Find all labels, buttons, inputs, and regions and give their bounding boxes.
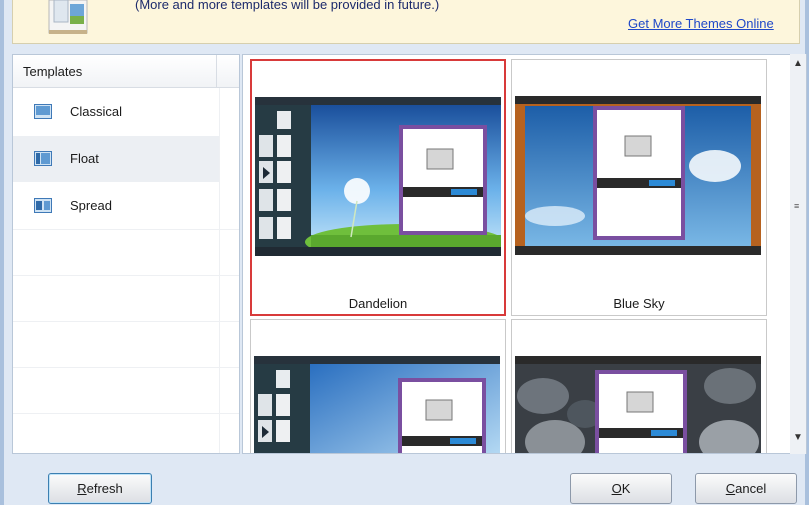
header-separator [216,55,217,88]
theme-name: Dandelion [348,296,408,311]
float-theme-preview [254,356,500,453]
template-book-icon [48,0,88,34]
templates-list-panel: Templates Classical Float Spread [12,54,240,454]
cancel-accesskey: C [725,481,736,496]
get-more-themes-link[interactable]: Get More Themes Online [628,16,774,31]
list-row-divider [13,321,239,322]
template-item-classical[interactable]: Classical [13,89,239,135]
stones-theme-preview [515,356,761,453]
ok-accesskey: O [611,481,622,496]
list-row-divider [13,275,239,276]
theme-gallery: Dandelion Blue Sky [242,54,807,454]
theme-card[interactable] [250,319,506,453]
theme-card[interactable] [511,319,767,453]
templates-header-label: Templates [23,64,83,79]
refresh-accesskey: R [77,481,87,496]
refresh-label: efresh [86,481,123,496]
template-item-float[interactable]: Float [13,136,219,182]
classical-layout-icon [34,104,52,119]
theme-name: Blue Sky [613,296,665,311]
scroll-up-arrow-icon[interactable]: ▲ [793,58,803,69]
float-layout-icon [34,151,52,166]
scroll-grip-icon[interactable]: ≡ [794,202,799,211]
info-banner: (More and more templates will be provide… [12,0,800,44]
spread-layout-icon [34,198,52,213]
theme-card-dandelion[interactable]: Dandelion [250,59,506,316]
ok-label: K [621,481,631,496]
dandelion-theme-preview [255,97,501,256]
template-item-label: Spread [70,198,112,213]
ok-button[interactable]: OK [570,473,672,504]
theme-card-blue-sky[interactable]: Blue Sky [511,59,767,316]
gallery-scrollbar[interactable]: ▲ ≡ ▼ [790,54,806,454]
blue-sky-theme-preview [515,96,761,255]
template-item-label: Classical [70,104,123,119]
list-row-divider [13,413,239,414]
cancel-label: ancel [735,481,767,496]
refresh-button[interactable]: Refresh [48,473,152,504]
template-item-spread[interactable]: Spread [13,183,239,229]
list-row-divider [13,367,239,368]
banner-message: (More and more templates will be provide… [135,0,440,12]
cancel-button[interactable]: Cancel [695,473,797,504]
window-left-border [0,0,4,505]
scroll-down-arrow-icon[interactable]: ▼ [793,432,803,443]
list-row-divider [13,229,239,230]
template-item-label: Float [70,151,99,166]
list-column-divider [219,88,220,453]
templates-column-header[interactable]: Templates [13,55,239,88]
